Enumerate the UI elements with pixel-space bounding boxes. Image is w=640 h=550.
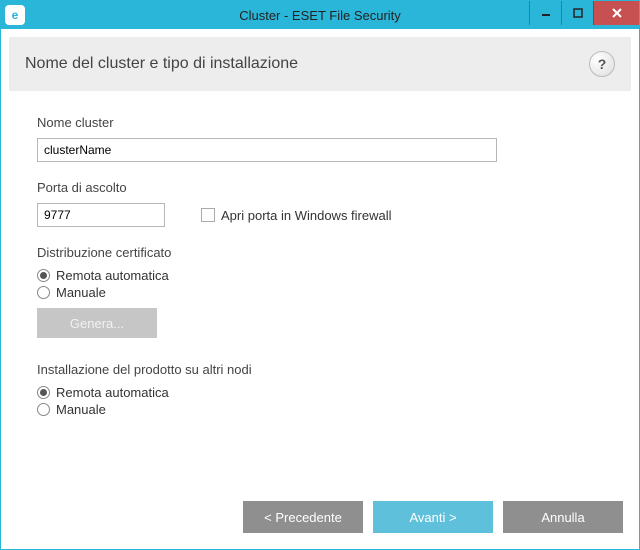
cluster-name-label: Nome cluster	[37, 115, 603, 130]
radio-icon	[37, 286, 50, 299]
product-install-label: Installazione del prodotto su altri nodi	[37, 362, 603, 377]
cert-dist-options: Remota automatica Manuale	[37, 268, 603, 300]
wizard-header: Nome del cluster e tipo di installazione…	[9, 37, 631, 91]
cert-dist-auto[interactable]: Remota automatica	[37, 268, 603, 283]
generate-button: Genera...	[37, 308, 157, 338]
app-icon-letter: e	[12, 8, 19, 22]
product-install-manual[interactable]: Manuale	[37, 402, 603, 417]
radio-icon	[37, 403, 50, 416]
wizard-footer: < Precedente Avanti > Annulla	[1, 489, 639, 549]
listen-port-input[interactable]	[37, 203, 165, 227]
cert-dist-label: Distribuzione certificato	[37, 245, 603, 260]
window-controls	[529, 1, 639, 29]
cert-dist-auto-label: Remota automatica	[56, 268, 169, 283]
firewall-checkbox[interactable]: Apri porta in Windows firewall	[201, 208, 392, 223]
checkbox-icon	[201, 208, 215, 222]
next-button[interactable]: Avanti >	[373, 501, 493, 533]
cluster-name-input[interactable]	[37, 138, 497, 162]
maximize-button[interactable]	[561, 1, 593, 25]
cert-dist-group: Distribuzione certificato Remota automat…	[37, 245, 603, 338]
back-button[interactable]: < Precedente	[243, 501, 363, 533]
window-frame: e Cluster - ESET File Security Nome del …	[0, 0, 640, 550]
product-install-manual-label: Manuale	[56, 402, 106, 417]
radio-icon	[37, 386, 50, 399]
cert-dist-manual[interactable]: Manuale	[37, 285, 603, 300]
radio-icon	[37, 269, 50, 282]
minimize-icon	[541, 8, 551, 18]
next-button-label: Avanti >	[409, 510, 456, 525]
help-button[interactable]: ?	[589, 51, 615, 77]
listen-port-row: Apri porta in Windows firewall	[37, 203, 603, 227]
generate-button-label: Genera...	[70, 316, 124, 331]
minimize-button[interactable]	[529, 1, 561, 25]
close-button[interactable]	[593, 1, 639, 25]
cancel-button[interactable]: Annulla	[503, 501, 623, 533]
wizard-title: Nome del cluster e tipo di installazione	[25, 55, 298, 73]
cert-dist-manual-label: Manuale	[56, 285, 106, 300]
listen-port-label: Porta di ascolto	[37, 180, 603, 195]
product-install-auto-label: Remota automatica	[56, 385, 169, 400]
help-icon: ?	[598, 56, 607, 72]
wizard-body: Nome cluster Porta di ascolto Apri porta…	[1, 99, 639, 489]
back-button-label: < Precedente	[264, 510, 342, 525]
close-icon	[611, 7, 623, 19]
titlebar: e Cluster - ESET File Security	[1, 1, 639, 29]
listen-port-group: Porta di ascolto Apri porta in Windows f…	[37, 180, 603, 227]
cluster-name-group: Nome cluster	[37, 115, 603, 162]
maximize-icon	[573, 8, 583, 18]
product-install-auto[interactable]: Remota automatica	[37, 385, 603, 400]
product-install-group: Installazione del prodotto su altri nodi…	[37, 362, 603, 417]
cancel-button-label: Annulla	[541, 510, 584, 525]
product-install-options: Remota automatica Manuale	[37, 385, 603, 417]
app-icon: e	[5, 5, 25, 25]
firewall-checkbox-label: Apri porta in Windows firewall	[221, 208, 392, 223]
